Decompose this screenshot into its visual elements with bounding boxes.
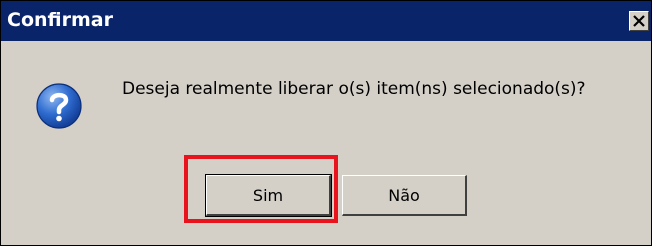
yes-button-label: Sim: [252, 186, 284, 205]
question-icon: [36, 83, 82, 129]
title-bar[interactable]: Confirmar: [1, 1, 651, 41]
no-button-label: Não: [388, 186, 420, 205]
no-button[interactable]: Não: [342, 175, 467, 216]
window-title: Confirmar: [7, 9, 113, 31]
yes-button[interactable]: Sim: [205, 174, 332, 217]
dialog-message: Deseja realmente liberar o(s) item(ns) s…: [122, 79, 586, 99]
close-button[interactable]: [629, 11, 649, 31]
dialog-body: Deseja realmente liberar o(s) item(ns) s…: [1, 41, 651, 245]
close-icon: [633, 15, 645, 27]
confirm-dialog: Confirmar Deseja realmente liberar o(s) …: [0, 0, 652, 246]
